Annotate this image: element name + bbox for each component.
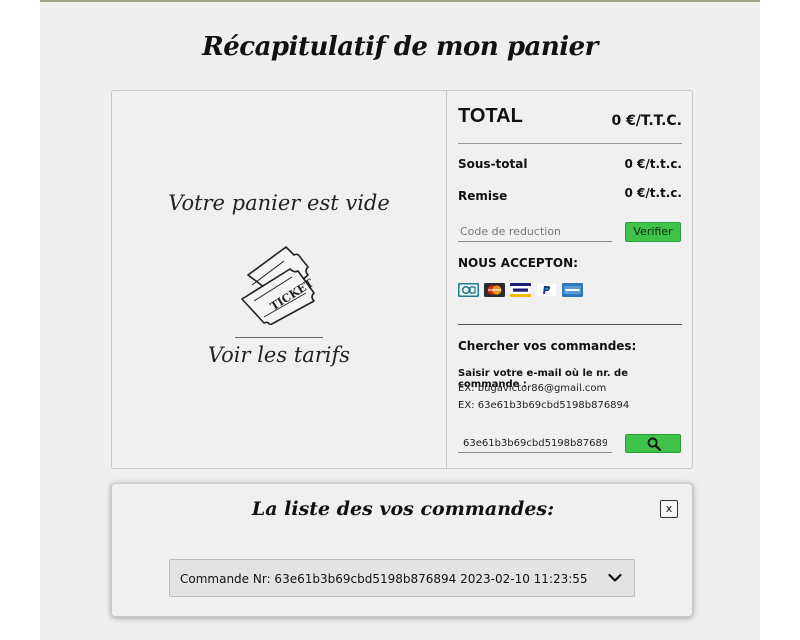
page-container: Récapitulatif de mon panier Votre panier… xyxy=(40,0,760,640)
cart-summary-panel: Votre panier est vide TICKET Voir les ta… xyxy=(111,90,693,469)
order-dropdown-value: Commande Nr: 63e61b3b69cbd5198b876894 20… xyxy=(180,572,588,586)
search-button[interactable] xyxy=(625,434,681,453)
example-email: EX: bugavictor86@gmail.com xyxy=(458,383,607,394)
total-value: 0 €/T.T.C. xyxy=(611,113,682,129)
subtotal-label: Sous-total xyxy=(458,157,528,171)
search-orders-title: Chercher vos commandes: xyxy=(458,339,637,353)
view-prices-link[interactable]: Voir les tarifs xyxy=(112,343,446,367)
chevron-down-icon xyxy=(608,573,622,582)
discount-value: 0 €/t.t.c. xyxy=(624,186,682,200)
order-search-input[interactable] xyxy=(458,434,612,453)
orders-list-title: La liste des vos commandes: xyxy=(251,498,555,520)
discount-label: Remise xyxy=(458,189,508,203)
payment-methods-label: NOUS ACCEPTON: xyxy=(458,256,578,270)
orders-list-modal: La liste des vos commandes: x Commande N… xyxy=(111,483,693,617)
order-dropdown[interactable]: Commande Nr: 63e61b3b69cbd5198b876894 20… xyxy=(169,559,635,597)
ticket-icon: TICKET xyxy=(241,246,317,325)
discount-code-input[interactable] xyxy=(458,222,612,242)
payment-icons xyxy=(458,283,583,297)
visa-icon xyxy=(510,283,531,297)
order-summary: TOTAL 0 €/T.T.C. Sous-total 0 €/t.t.c. R… xyxy=(458,91,682,468)
empty-cart-message: Votre panier est vide xyxy=(168,191,390,215)
mastercard-icon xyxy=(484,283,505,297)
cart-items-area: Votre panier est vide TICKET Voir les ta… xyxy=(112,91,447,468)
close-button[interactable]: x xyxy=(660,500,678,518)
page-title: Récapitulatif de mon panier xyxy=(202,32,598,62)
total-label: TOTAL xyxy=(458,105,523,127)
amex-icon xyxy=(562,283,583,297)
example-order-number: EX: 63e61b3b69cbd5198b876894 xyxy=(458,400,630,411)
search-divider xyxy=(458,324,682,325)
summary-divider xyxy=(458,143,682,144)
verify-button[interactable]: Verifier xyxy=(625,222,681,242)
tarifs-divider xyxy=(235,337,323,338)
cb-card-icon xyxy=(458,283,479,297)
paypal-icon xyxy=(536,283,557,297)
search-icon xyxy=(647,437,661,451)
subtotal-value: 0 €/t.t.c. xyxy=(624,157,682,171)
